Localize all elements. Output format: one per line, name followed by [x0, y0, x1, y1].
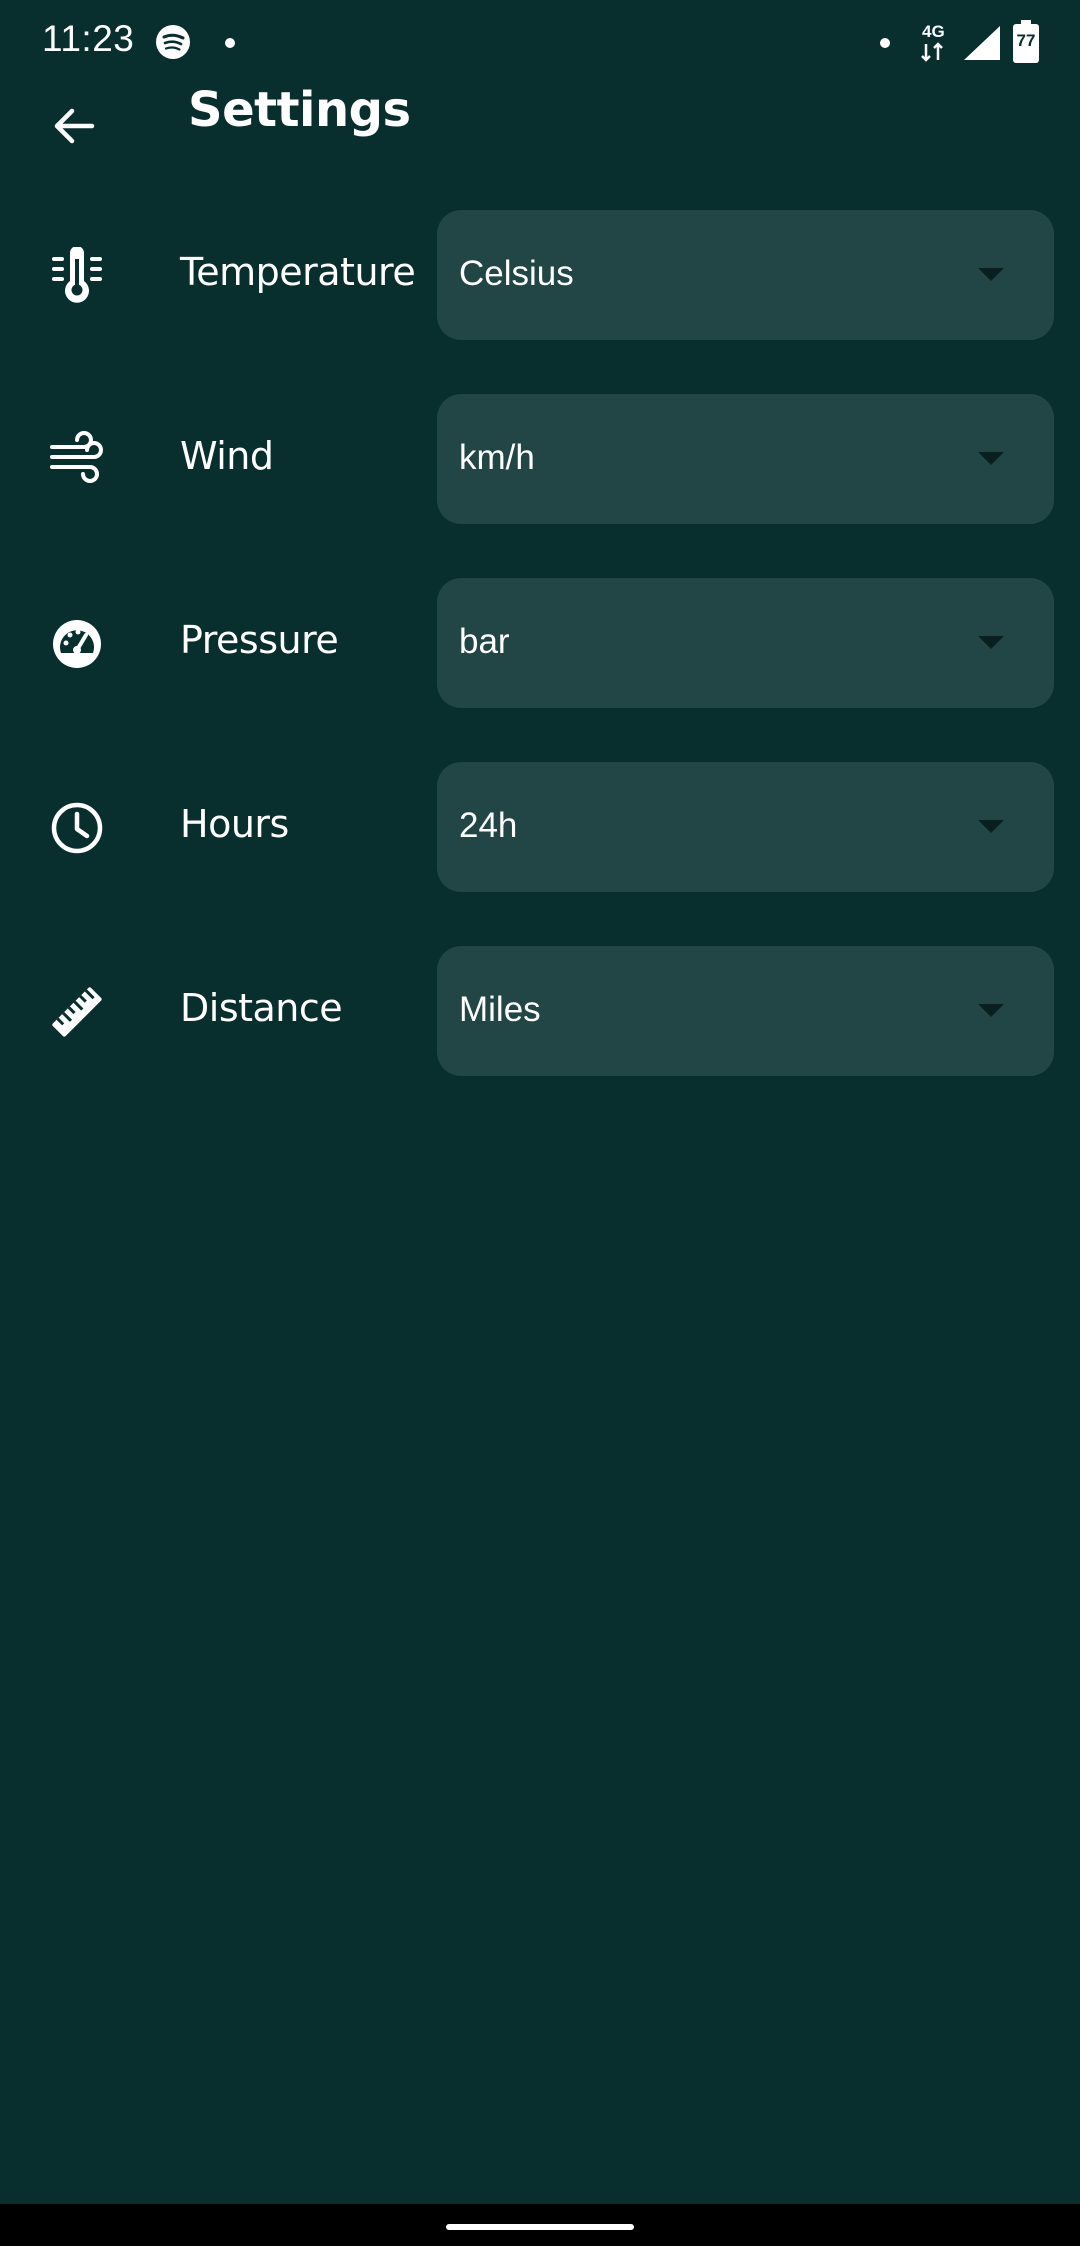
home-indicator[interactable]	[446, 2224, 634, 2230]
temperature-unit-dropdown[interactable]: Celsius	[437, 210, 1054, 340]
signal-icon	[964, 26, 1000, 60]
navigation-bar	[0, 2204, 1080, 2246]
notification-dot-icon	[880, 38, 890, 48]
battery-level: 77	[1016, 31, 1036, 50]
spotify-icon	[156, 25, 190, 59]
dropdown-arrow-icon	[978, 1004, 1004, 1017]
status-time: 11:23	[42, 18, 135, 59]
dropdown-arrow-icon	[978, 452, 1004, 465]
setting-row-pressure: Pressure bar	[0, 578, 1080, 708]
pressure-unit-dropdown[interactable]: bar	[437, 578, 1054, 708]
setting-row-temperature: Temperature Celsius	[0, 210, 1080, 340]
clock-icon	[44, 795, 110, 861]
dropdown-value: Celsius	[459, 254, 574, 293]
page-title: Settings	[188, 82, 411, 138]
setting-row-hours: Hours 24h	[0, 762, 1080, 892]
setting-label: Distance	[180, 986, 343, 1030]
notification-dot-icon	[225, 38, 235, 48]
app-bar: Settings	[0, 80, 1080, 190]
network-arrows-icon	[921, 42, 943, 62]
thermometer-icon	[44, 243, 110, 309]
ruler-icon	[44, 979, 110, 1045]
setting-row-wind: Wind km/h	[0, 394, 1080, 524]
dropdown-value: km/h	[459, 438, 535, 477]
setting-label: Wind	[180, 434, 274, 478]
setting-label: Hours	[180, 802, 289, 846]
hours-format-dropdown[interactable]: 24h	[437, 762, 1054, 892]
status-bar: 11:23 4G 77	[0, 0, 1080, 86]
back-button[interactable]	[36, 88, 112, 164]
dropdown-arrow-icon	[978, 268, 1004, 281]
arrow-left-icon	[54, 108, 95, 144]
wind-icon	[44, 427, 110, 493]
dropdown-value: 24h	[459, 806, 518, 845]
dropdown-value: bar	[459, 622, 510, 661]
wind-unit-dropdown[interactable]: km/h	[437, 394, 1054, 524]
gauge-icon	[44, 611, 110, 677]
settings-list: Temperature Celsius Wind km/h Pressure b…	[0, 210, 1080, 1130]
setting-label: Pressure	[180, 618, 339, 662]
dropdown-arrow-icon	[978, 820, 1004, 833]
dropdown-value: Miles	[459, 990, 541, 1029]
setting-row-distance: Distance Miles	[0, 946, 1080, 1076]
distance-unit-dropdown[interactable]: Miles	[437, 946, 1054, 1076]
setting-label: Temperature	[180, 250, 416, 294]
dropdown-arrow-icon	[978, 636, 1004, 649]
